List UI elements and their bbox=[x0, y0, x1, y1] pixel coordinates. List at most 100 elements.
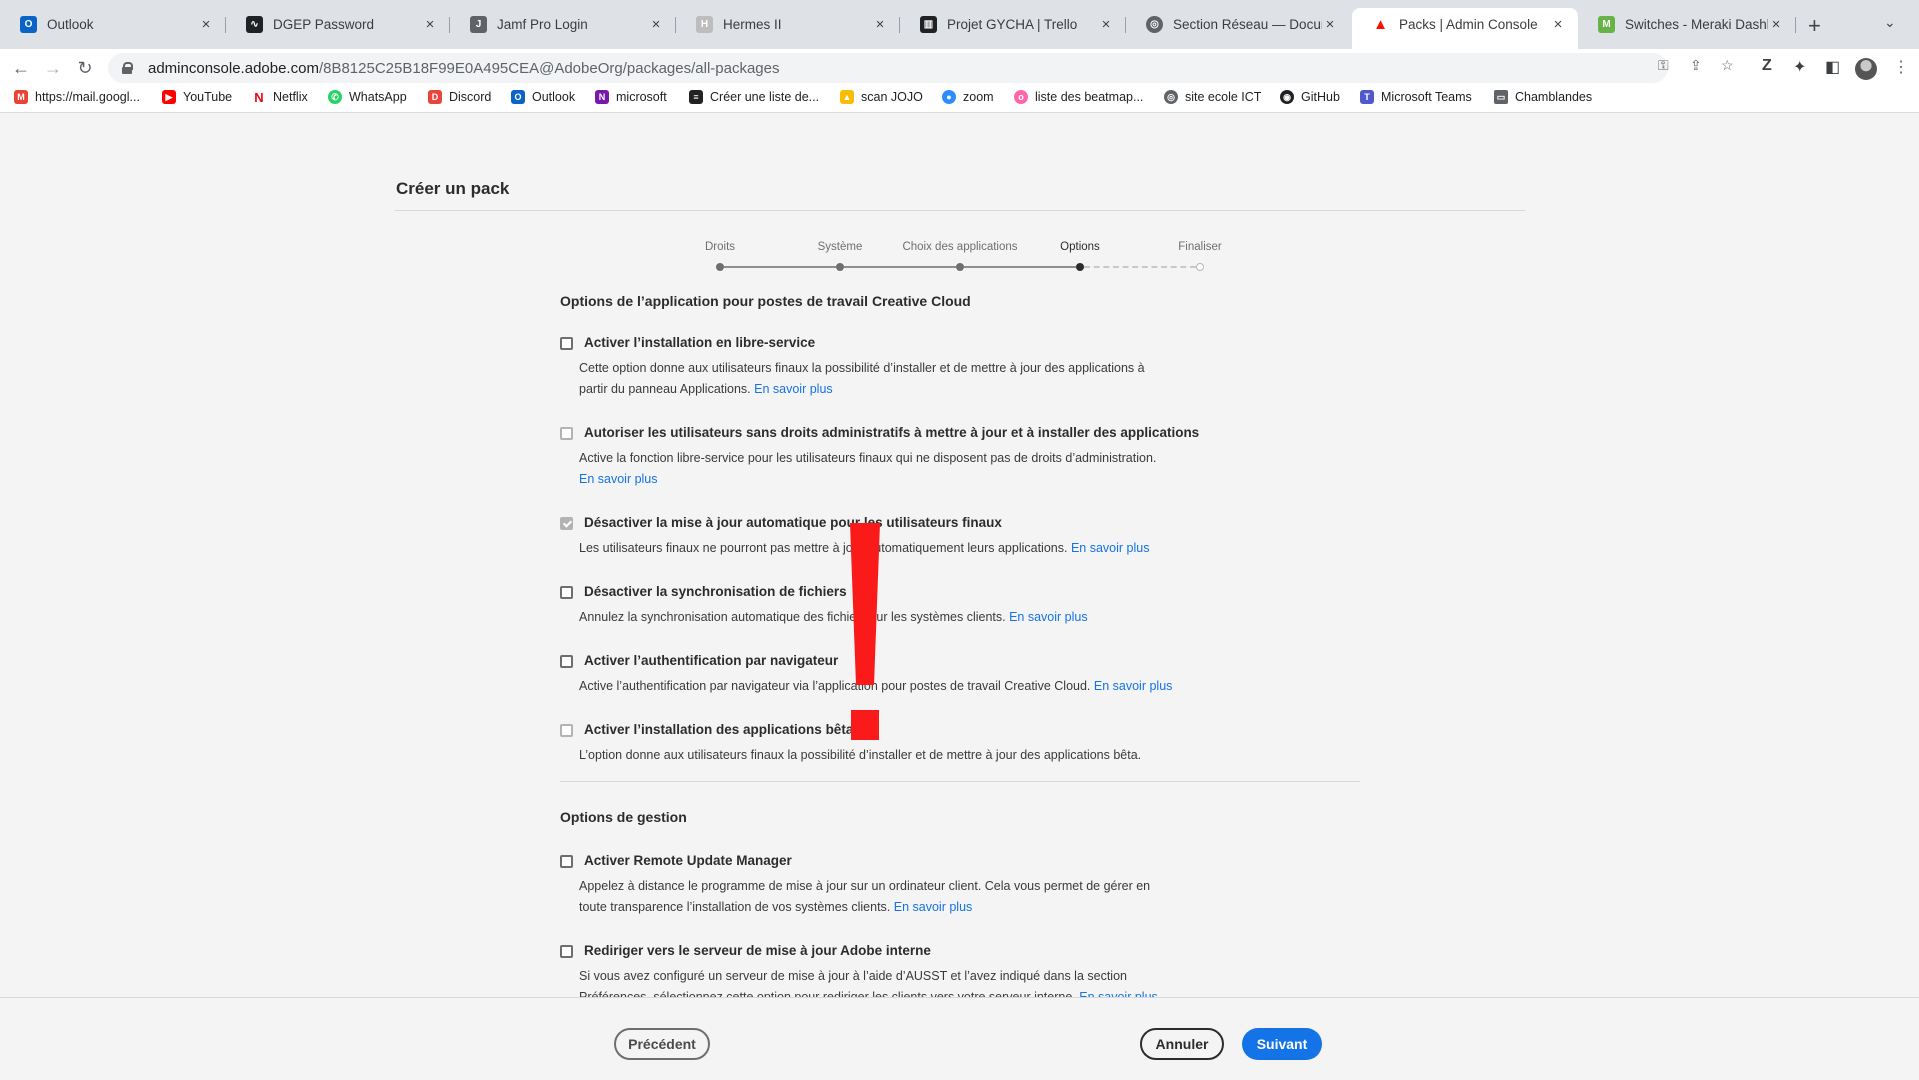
option-description: Annulez la synchronisation automatique d… bbox=[579, 607, 1219, 628]
bookmark-outlook[interactable]: O Outlook bbox=[511, 90, 575, 104]
option-label: Activer l’authentification par navigateu… bbox=[584, 653, 839, 668]
teams-icon: T bbox=[1360, 90, 1374, 104]
browser-tab-strip: O Outlook × ∿ DGEP Password × J Jamf Pro… bbox=[0, 0, 1919, 49]
non-admin-checkbox[interactable] bbox=[560, 427, 573, 440]
tab-hermes[interactable]: H Hermes II × bbox=[676, 8, 900, 41]
key-icon[interactable]: ⚿ bbox=[1658, 57, 1669, 74]
gmail-icon: M bbox=[14, 90, 28, 104]
learn-more-link[interactable]: En savoir plus bbox=[894, 900, 973, 914]
zoom-icon: ● bbox=[942, 90, 956, 104]
extensions-puzzle-icon[interactable]: ✦ bbox=[1793, 57, 1806, 77]
close-icon[interactable]: × bbox=[872, 16, 888, 33]
bookmark-scan-jojo[interactable]: ▲ scan JOJO bbox=[840, 90, 923, 104]
description-line: Appelez à distance le programme de mise … bbox=[579, 879, 1151, 893]
close-icon[interactable]: × bbox=[648, 16, 664, 33]
address-bar[interactable]: adminconsole.adobe.com/8B8125C25B18F99E0… bbox=[108, 53, 1668, 83]
option-label: Activer l’installation des applications … bbox=[584, 722, 854, 737]
page-title: Créer un pack bbox=[396, 179, 510, 198]
bookmark-label: WhatsApp bbox=[349, 90, 407, 104]
tab-title: Jamf Pro Login bbox=[497, 17, 588, 32]
reload-icon[interactable]: ↻ bbox=[72, 55, 98, 81]
learn-more-link[interactable]: En savoir plus bbox=[579, 472, 658, 486]
browser-auth-checkbox[interactable] bbox=[560, 655, 573, 668]
bookmark-label: Microsoft Teams bbox=[1381, 90, 1472, 104]
exclamation-bar bbox=[850, 523, 880, 685]
tab-admin-console[interactable]: ▲ Packs | Admin Console × bbox=[1352, 8, 1578, 49]
tab-meraki[interactable]: M Switches - Meraki Dashboar × bbox=[1578, 8, 1796, 41]
bookmark-star-icon[interactable]: ☆ bbox=[1721, 57, 1734, 74]
bookmark-creer-liste[interactable]: ≡ Créer une liste de... bbox=[689, 90, 819, 104]
beta-apps-checkbox[interactable] bbox=[560, 724, 573, 737]
disable-file-sync-checkbox[interactable] bbox=[560, 586, 573, 599]
tab-trello[interactable]: ▥ Projet GYCHA | Trello × bbox=[900, 8, 1126, 41]
tab-title: Switches - Meraki Dashboar bbox=[1625, 17, 1768, 32]
bookmark-github[interactable]: ◉ GitHub bbox=[1280, 90, 1340, 104]
discord-icon: D bbox=[428, 90, 442, 104]
step-dot-done bbox=[716, 263, 724, 271]
bookmark-youtube[interactable]: ▶ YouTube bbox=[162, 90, 232, 104]
bookmark-gmail[interactable]: Mhttps://mail.googl... bbox=[14, 90, 140, 104]
step-dot-done bbox=[836, 263, 844, 271]
bookmark-netflix[interactable]: N Netflix bbox=[252, 90, 308, 105]
self-service-checkbox[interactable] bbox=[560, 337, 573, 350]
app-options-section-title: Options de l’application pour postes de … bbox=[560, 293, 971, 309]
option-description: L’option donne aux utilisateurs finaux l… bbox=[579, 745, 1219, 766]
bookmark-beatmaps[interactable]: o liste des beatmap... bbox=[1014, 90, 1143, 104]
extension-z-icon[interactable]: Z bbox=[1762, 57, 1772, 75]
step-connector bbox=[724, 266, 836, 268]
internal-update-server-checkbox[interactable] bbox=[560, 945, 573, 958]
bookmarks-bar: Mhttps://mail.googl... ▶ YouTube N Netflix… bbox=[0, 87, 1919, 113]
bookmark-discord[interactable]: D Discord bbox=[428, 90, 491, 104]
hermes-icon: H bbox=[696, 16, 713, 33]
tab-dgep-password[interactable]: ∿ DGEP Password × bbox=[226, 8, 450, 41]
step-connector bbox=[844, 266, 956, 268]
profile-avatar[interactable] bbox=[1855, 58, 1877, 80]
tab-section-reseau[interactable]: ◎ Section Réseau — Documen × bbox=[1126, 8, 1350, 41]
tab-search-chevron-icon[interactable]: ⌄ bbox=[1884, 14, 1896, 31]
disable-auto-update-checkbox[interactable] bbox=[560, 517, 573, 530]
step-dot-done bbox=[956, 263, 964, 271]
option-label: Rediriger vers le serveur de mise à jour… bbox=[584, 943, 931, 958]
close-icon[interactable]: × bbox=[1322, 16, 1338, 33]
description-line: Annulez la synchronisation automatique d… bbox=[579, 610, 1006, 624]
drive-icon: ▲ bbox=[840, 90, 854, 104]
tab-jamf-pro-login[interactable]: J Jamf Pro Login × bbox=[450, 8, 676, 41]
bookmark-zoom[interactable]: ● zoom bbox=[942, 90, 994, 104]
tab-outlook[interactable]: O Outlook × bbox=[0, 8, 226, 41]
cancel-button[interactable]: Annuler bbox=[1140, 1028, 1224, 1060]
learn-more-link[interactable]: En savoir plus bbox=[1094, 679, 1173, 693]
share-icon[interactable]: ⇪ bbox=[1690, 57, 1702, 74]
bookmark-site-ecole-ict[interactable]: ◎ site ecole ICT bbox=[1164, 90, 1261, 104]
bookmark-microsoft-teams[interactable]: T Microsoft Teams bbox=[1360, 90, 1472, 104]
side-panel-icon[interactable]: ◧ bbox=[1825, 57, 1840, 77]
wizard-stepper: Droits Système Choix des applications Op… bbox=[690, 241, 1230, 281]
description-line: partir du panneau Applications. bbox=[579, 382, 751, 396]
youtube-icon: ▶ bbox=[162, 90, 176, 104]
bookmark-microsoft[interactable]: Nmicrosoft bbox=[595, 90, 667, 104]
description-line: Cette option donne aux utilisateurs fina… bbox=[579, 361, 1145, 375]
close-icon[interactable]: × bbox=[1098, 16, 1114, 33]
description-line: Les utilisateurs finaux ne pourront pas … bbox=[579, 541, 1068, 555]
close-icon[interactable]: × bbox=[1768, 16, 1784, 33]
more-menu-icon[interactable]: ⋮ bbox=[1893, 57, 1909, 77]
close-icon[interactable]: × bbox=[422, 16, 438, 33]
forward-arrow-icon[interactable]: → bbox=[40, 55, 66, 81]
remote-update-manager-checkbox[interactable] bbox=[560, 855, 573, 868]
learn-more-link[interactable]: En savoir plus bbox=[754, 382, 833, 396]
learn-more-link[interactable]: En savoir plus bbox=[1009, 610, 1088, 624]
learn-more-link[interactable]: En savoir plus bbox=[1071, 541, 1150, 555]
step-connector bbox=[964, 266, 1076, 268]
new-tab-plus-icon[interactable]: + bbox=[1808, 13, 1821, 39]
description-line: Active la fonction libre-service pour le… bbox=[579, 451, 1157, 465]
step-label-options: Options bbox=[1060, 241, 1100, 253]
next-button[interactable]: Suivant bbox=[1242, 1028, 1322, 1060]
tab-divider bbox=[1795, 17, 1796, 33]
bookmark-label: Netflix bbox=[273, 90, 308, 104]
back-arrow-icon[interactable]: ← bbox=[8, 55, 34, 81]
bookmark-chamblandes[interactable]: ▭ Chamblandes bbox=[1494, 90, 1592, 104]
previous-button[interactable]: Précédent bbox=[614, 1028, 710, 1060]
bookmark-whatsapp[interactable]: ✆ WhatsApp bbox=[328, 90, 407, 104]
close-icon[interactable]: × bbox=[1550, 16, 1566, 33]
close-icon[interactable]: × bbox=[198, 16, 214, 33]
bookmark-label: liste des beatmap... bbox=[1035, 90, 1144, 104]
